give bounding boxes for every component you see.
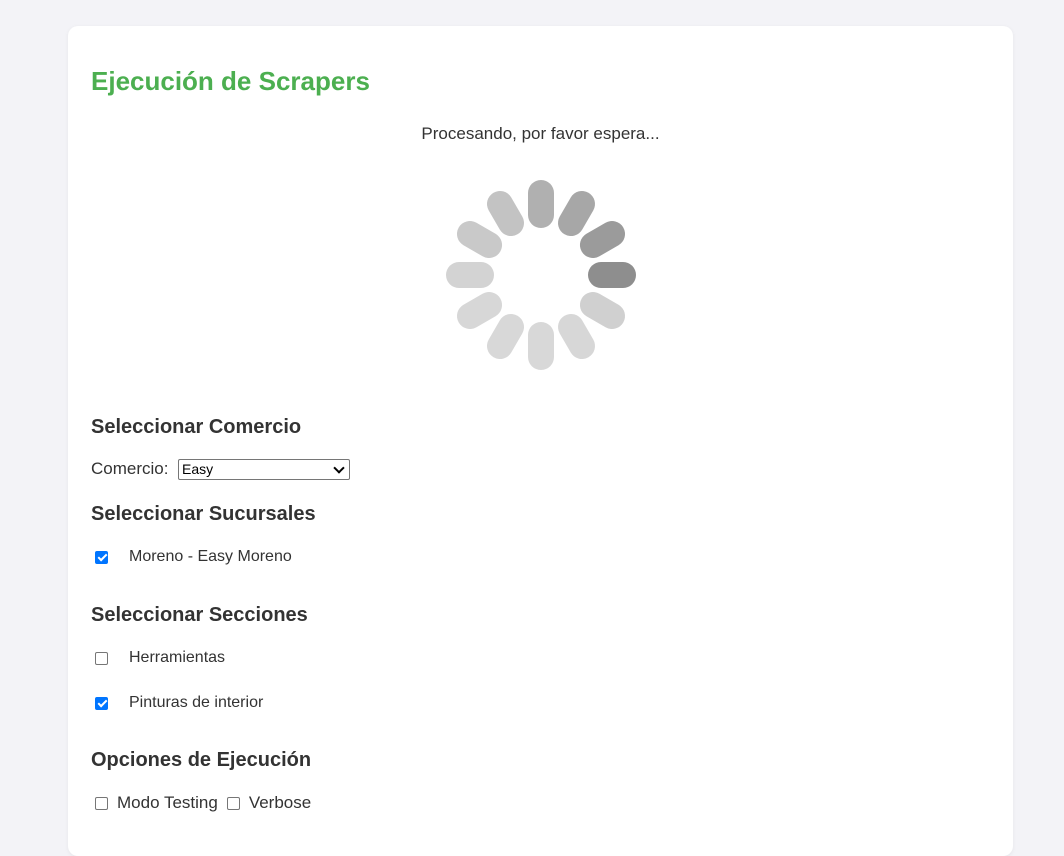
comercio-select-value: Easy bbox=[182, 461, 214, 477]
seccion-label-pinturas: Pinturas de interior bbox=[129, 694, 264, 711]
verbose-label: Verbose bbox=[248, 793, 312, 812]
sucursal-label-moreno: Moreno - Easy Moreno bbox=[129, 548, 292, 565]
execution-options: Modo Testing Verbose bbox=[95, 793, 320, 813]
main-card: Ejecución de Scrapers Procesando, por fa… bbox=[68, 26, 1013, 856]
spinner-spoke bbox=[558, 313, 595, 360]
modo-testing-checkbox[interactable] bbox=[95, 796, 108, 810]
sucursal-option-moreno[interactable]: Moreno - Easy Moreno bbox=[95, 547, 292, 567]
spinner-spoke bbox=[487, 313, 524, 360]
spinner-spoke bbox=[579, 292, 626, 329]
seccion-label-herramientas: Herramientas bbox=[129, 649, 226, 666]
sucursal-checkbox-moreno[interactable] bbox=[95, 550, 108, 564]
chevron-down-icon bbox=[333, 462, 345, 474]
opciones-heading: Opciones de Ejecución bbox=[91, 749, 312, 771]
verbose-checkbox[interactable] bbox=[226, 796, 240, 810]
seccion-checkbox-herramientas[interactable] bbox=[95, 651, 108, 665]
seccion-option-pinturas[interactable]: Pinturas de interior bbox=[95, 693, 263, 713]
comercio-heading: Seleccionar Comercio bbox=[91, 416, 302, 438]
page-title: Ejecución de Scrapers bbox=[91, 66, 370, 96]
comercio-select[interactable]: Easy bbox=[178, 459, 350, 480]
spinner-spoke bbox=[487, 190, 524, 237]
spinner-spoke bbox=[579, 221, 626, 258]
secciones-heading: Seleccionar Secciones bbox=[91, 604, 308, 626]
sucursales-heading: Seleccionar Sucursales bbox=[91, 503, 316, 525]
spinner-spoke bbox=[558, 190, 595, 237]
seccion-checkbox-pinturas[interactable] bbox=[95, 696, 108, 710]
spinner-spoke bbox=[456, 292, 503, 329]
processing-status: Procesando, por favor espera... bbox=[421, 124, 660, 143]
loading-spinner-icon bbox=[446, 180, 636, 370]
comercio-label: Comercio: bbox=[91, 459, 169, 478]
spinner-spoke bbox=[456, 221, 503, 258]
seccion-option-herramientas[interactable]: Herramientas bbox=[95, 648, 225, 668]
modo-testing-label: Modo Testing bbox=[117, 793, 218, 812]
